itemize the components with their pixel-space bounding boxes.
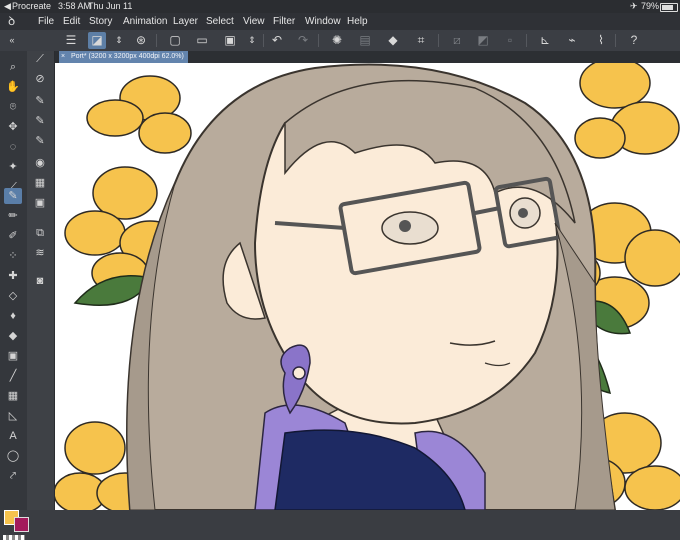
- sub-color-swatch[interactable]: [14, 517, 29, 532]
- subtool-column: ⟋ ⊘ ✎ ✎ ✎ ◉ ▦ ▣ ⧉ ≋ ◙: [27, 51, 55, 510]
- redo-icon[interactable]: ↷: [294, 32, 312, 49]
- app-logo-icon[interactable]: ꝺ: [8, 15, 22, 28]
- new-file-icon[interactable]: ▢: [166, 32, 184, 49]
- camera-icon[interactable]: ◙: [31, 273, 49, 289]
- hand-icon[interactable]: ✋: [4, 79, 22, 95]
- arrows-updown-icon[interactable]: ⇕: [110, 32, 128, 49]
- color-set-icon[interactable]: ▦: [31, 175, 49, 191]
- blend-icon[interactable]: ♦: [4, 308, 22, 324]
- close-tab-icon[interactable]: ×: [61, 51, 65, 63]
- brush-icon[interactable]: ✐: [4, 228, 22, 244]
- lasso-icon[interactable]: ◌: [4, 139, 22, 155]
- layers-icon[interactable]: ≋: [31, 245, 49, 261]
- pen-small-icon[interactable]: ⟋: [31, 51, 49, 67]
- transparent-color-swatch[interactable]: [3, 535, 25, 540]
- undo-icon[interactable]: ↶: [268, 32, 286, 49]
- menu-select[interactable]: Select: [206, 13, 234, 30]
- menu-bar: ꝺ File Edit Story Animation Layer Select…: [0, 13, 680, 30]
- status-time: 3:58 AM: [58, 1, 92, 11]
- deselect-icon[interactable]: ⧄: [448, 32, 466, 49]
- crop-icon[interactable]: ▫: [501, 32, 519, 49]
- pen-tool-icon[interactable]: ✎: [4, 188, 22, 204]
- collapse-icon[interactable]: «: [3, 32, 21, 49]
- fill-icon[interactable]: ◆: [384, 32, 402, 49]
- airbrush-icon[interactable]: ⁘: [4, 248, 22, 264]
- airplane-icon: ✈: [630, 1, 638, 11]
- canvas[interactable]: [55, 63, 680, 510]
- balloon-icon[interactable]: ◯: [4, 448, 22, 464]
- tool-strip: ⌕ ✋ ⌾ ✥ ◌ ✦ ⟋ ✎ ✏ ✐ ⁘ ✚ ◇ ♦ ◆ ▣ ╱ ▦ ◺ A …: [0, 51, 29, 540]
- zoom-icon[interactable]: ⌕: [4, 59, 22, 75]
- transform-icon[interactable]: ⌗: [412, 32, 430, 49]
- ruler-tool-icon[interactable]: ◺: [4, 408, 22, 424]
- help-icon[interactable]: ?: [625, 32, 643, 49]
- save-icon[interactable]: ▣: [221, 32, 239, 49]
- menu-animation[interactable]: Animation: [123, 13, 167, 30]
- menu-story[interactable]: Story: [89, 13, 112, 30]
- gradient-icon[interactable]: ▣: [4, 348, 22, 364]
- document-tab-title: Port* (3200 x 3200px 400dpi 62.0%): [71, 53, 184, 60]
- quick-access-icon[interactable]: ◪: [88, 32, 106, 49]
- ruler-icon[interactable]: ⊾: [536, 32, 554, 49]
- menu-edit[interactable]: Edit: [63, 13, 80, 30]
- pen-settings-icon[interactable]: ⌇: [592, 32, 610, 49]
- flower-top-right: [574, 63, 680, 159]
- arrows-updown-2-icon[interactable]: ⇕: [243, 32, 261, 49]
- subtool-brush-1-icon[interactable]: ✎: [31, 93, 49, 109]
- artwork: [55, 63, 680, 510]
- pencil-icon[interactable]: ✏: [4, 208, 22, 224]
- layer-property-icon[interactable]: ⧉: [31, 225, 49, 241]
- back-arrow-icon[interactable]: ◀: [4, 0, 11, 13]
- move-icon[interactable]: ✥: [4, 119, 22, 135]
- text-tool-icon[interactable]: A: [4, 428, 22, 444]
- fill-bucket-icon[interactable]: ◆: [4, 328, 22, 344]
- flower-top-left: [86, 75, 192, 154]
- battery-percent: 79%: [641, 1, 660, 11]
- battery-icon: [660, 3, 678, 12]
- magic-wand-icon[interactable]: ✦: [4, 159, 22, 175]
- document-tab-bar: × Port* (3200 x 3200px 400dpi 62.0%): [55, 51, 680, 63]
- loading-icon[interactable]: ✺: [328, 32, 346, 49]
- color-wheel-icon[interactable]: ◉: [31, 155, 49, 171]
- menu-file[interactable]: File: [38, 13, 54, 30]
- status-date: Thu Jun 11: [88, 1, 133, 11]
- navigator-icon[interactable]: ▣: [31, 195, 49, 211]
- hamburger-menu-icon[interactable]: ☰: [62, 32, 80, 49]
- frame-icon[interactable]: ▦: [4, 388, 22, 404]
- clear-icon[interactable]: ▤: [356, 32, 374, 49]
- correct-line-icon[interactable]: ⤤: [4, 468, 22, 484]
- decoration-icon[interactable]: ✚: [4, 268, 22, 284]
- menu-view[interactable]: View: [243, 13, 265, 30]
- settings-icon[interactable]: ⊛: [132, 32, 150, 49]
- menu-help[interactable]: Help: [347, 13, 368, 30]
- menu-filter[interactable]: Filter: [273, 13, 295, 30]
- subtool-brush-3-icon[interactable]: ✎: [31, 133, 49, 149]
- document-tab[interactable]: × Port* (3200 x 3200px 400dpi 62.0%): [59, 51, 188, 63]
- status-bar: ◀ Procreate 3:58 AM Thu Jun 11 ✈ 79%: [0, 0, 680, 13]
- invert-selection-icon[interactable]: ◩: [474, 32, 492, 49]
- back-app-label[interactable]: Procreate: [12, 0, 51, 13]
- line-icon[interactable]: ╱: [4, 368, 22, 384]
- subtool-brush-2-icon[interactable]: ✎: [31, 113, 49, 129]
- brush-settings-icon[interactable]: ⌁: [563, 32, 581, 49]
- menu-layer[interactable]: Layer: [173, 13, 198, 30]
- open-folder-icon[interactable]: ▭: [193, 32, 211, 49]
- menu-window[interactable]: Window: [305, 13, 341, 30]
- eyedropper-icon[interactable]: ⌾: [4, 99, 22, 115]
- command-bar: « ☰ ◪ ⇕ ⊛ ▢ ▭ ▣ ⇕ ↶ ↷ ✺ ▤ ◆ ⌗ ⧄ ◩ ▫ ⊾ ⌁ …: [0, 30, 680, 52]
- no-entry-icon[interactable]: ⊘: [31, 71, 49, 87]
- eraser-icon[interactable]: ◇: [4, 288, 22, 304]
